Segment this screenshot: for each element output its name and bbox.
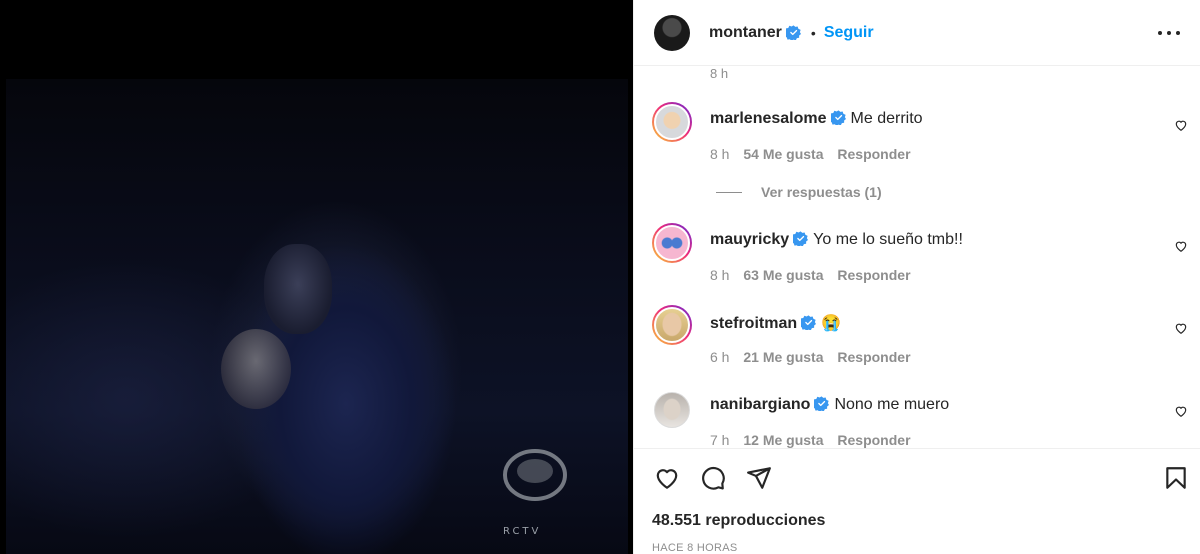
comment-meta: 8 h 63 Me gusta Responder (710, 267, 921, 283)
channel-watermark: RCTV (503, 526, 542, 537)
video-player[interactable]: RCTV (0, 0, 633, 554)
verified-badge-icon (830, 110, 846, 125)
header-separator: • (810, 24, 816, 41)
heart-icon[interactable] (1174, 404, 1188, 418)
comment-avatar[interactable] (652, 102, 692, 142)
reply-button[interactable]: Responder (837, 349, 910, 365)
heart-icon[interactable] (1174, 118, 1188, 132)
comment-username[interactable]: stefroitman (710, 315, 797, 332)
heart-icon[interactable] (1174, 321, 1188, 335)
comment-icon[interactable] (700, 465, 726, 491)
comment-time: 8 h (710, 267, 730, 283)
channel-logo-icon (503, 449, 567, 501)
caption-timestamp: 8 h (710, 66, 729, 81)
comment-likes[interactable]: 54 Me gusta (743, 146, 823, 162)
verified-badge-icon (793, 231, 809, 246)
comment-likes[interactable]: 12 Me gusta (743, 432, 823, 448)
comment-meta: 6 h 21 Me gusta Responder (710, 349, 921, 365)
posted-time: HACE 8 HORAS (652, 542, 738, 554)
comment-time: 7 h (710, 432, 730, 448)
comment-avatar[interactable] (652, 223, 692, 263)
video-performer-head (264, 244, 332, 334)
post-header: montaner • Seguir (634, 0, 1200, 66)
verified-badge-icon (785, 25, 801, 40)
author-avatar[interactable] (654, 14, 690, 51)
comment-time: 6 h (710, 349, 730, 365)
view-replies-label: Ver respuestas (1) (761, 184, 882, 200)
comment-avatar[interactable] (654, 392, 690, 428)
comment-username[interactable]: mauyricky (710, 231, 789, 248)
comment-username[interactable]: marlenesalome (710, 110, 827, 127)
comment-meta: 7 h 12 Me gusta Responder (710, 432, 921, 448)
heart-icon[interactable] (1174, 239, 1188, 253)
post-sidebar: montaner • Seguir 8 h marlenesalome Me de… (633, 0, 1200, 554)
reply-button[interactable]: Responder (837, 432, 910, 448)
instagram-post-viewer: RCTV montaner • Seguir 8 h marlenesalome (0, 0, 1200, 554)
bookmark-icon[interactable] (1163, 465, 1189, 491)
view-count[interactable]: 48.551 reproducciones (652, 512, 825, 530)
comment-text: Nono me muero (834, 396, 950, 413)
comment-username[interactable]: nanibargiano (710, 396, 810, 413)
comment-likes[interactable]: 21 Me gusta (743, 349, 823, 365)
verified-badge-icon (801, 315, 817, 330)
more-options-icon[interactable] (1158, 22, 1180, 44)
comment-likes[interactable]: 63 Me gusta (743, 267, 823, 283)
comment-body: mauyricky Yo me lo sueño tmb!! (710, 231, 963, 249)
post-actions: 48.551 reproducciones HACE 8 HORAS (634, 448, 1200, 554)
author-username[interactable]: montaner (709, 24, 782, 42)
comment-meta: 8 h 54 Me gusta Responder (710, 146, 921, 162)
comment-body: stefroitman 😭 (710, 313, 841, 333)
like-heart-icon[interactable] (654, 465, 680, 491)
comments-list[interactable]: 8 h marlenesalome Me derrito 8 h 54 Me gu… (634, 66, 1200, 448)
follow-button[interactable]: Seguir (824, 24, 874, 42)
comment-text: Me derrito (850, 110, 923, 127)
replies-divider (716, 191, 742, 193)
reply-button[interactable]: Responder (837, 146, 910, 162)
comment-avatar[interactable] (652, 305, 692, 345)
share-icon[interactable] (746, 465, 772, 491)
video-second-figure (221, 329, 291, 409)
comment-text: Yo me lo sueño tmb!! (813, 231, 963, 248)
reply-button[interactable]: Responder (837, 267, 910, 283)
comment-body: marlenesalome Me derrito (710, 110, 923, 128)
view-replies-button[interactable]: Ver respuestas (1) (716, 184, 882, 200)
comment-time: 8 h (710, 146, 730, 162)
verified-badge-icon (814, 396, 830, 411)
comment-text: 😭 (821, 315, 842, 332)
comment-body: nanibargiano Nono me muero (710, 396, 949, 414)
